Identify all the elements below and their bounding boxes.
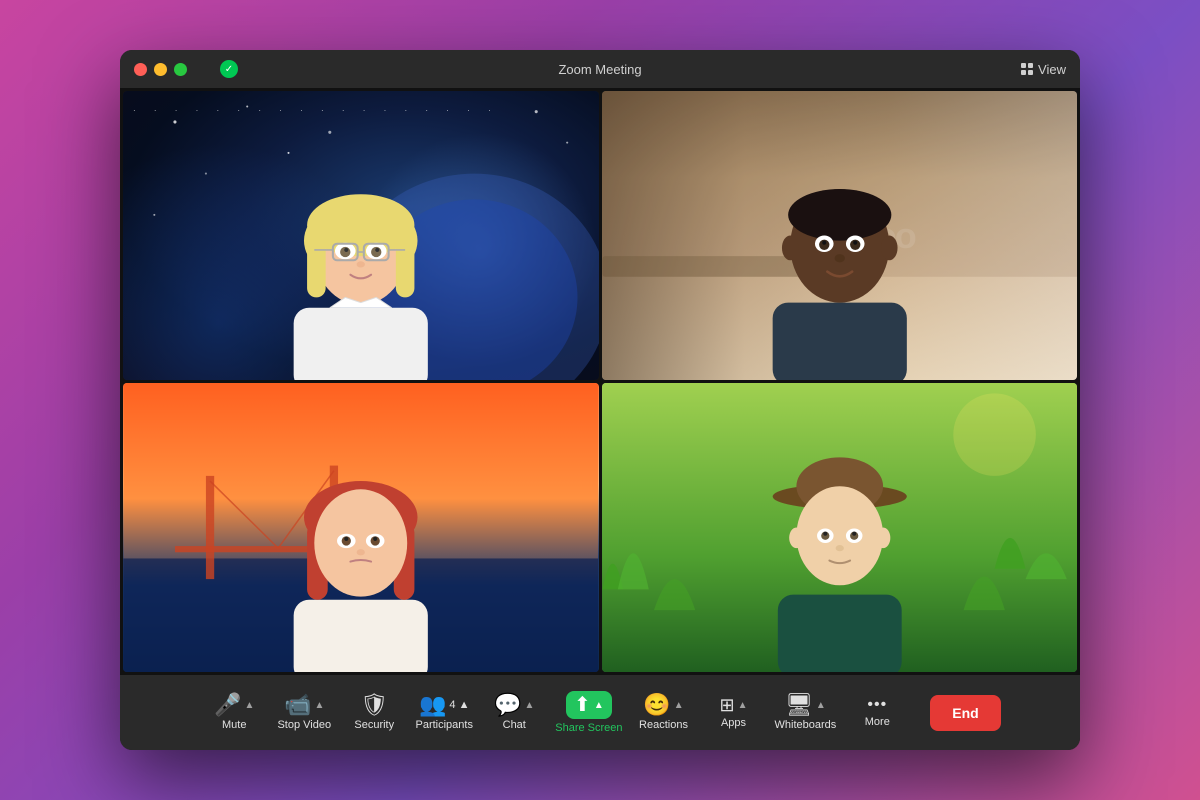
video-cell-3 (123, 383, 599, 672)
security-icon-row: 🛡 (360, 694, 388, 716)
reactions-label: Reactions (639, 719, 688, 731)
chat-label: Chat (503, 719, 526, 731)
video-icon-row: 📹 ▲ (284, 694, 324, 716)
video-cell-2: zoo (602, 91, 1078, 380)
view-label: View (1038, 62, 1066, 77)
mute-label: Mute (222, 719, 246, 731)
share-screen-icon-wrap: ⬆ ▲ (566, 691, 612, 719)
shield-icon: 🛡 (360, 694, 388, 716)
share-screen-button[interactable]: ⬆ ▲ Share Screen (549, 683, 628, 743)
close-button[interactable] (134, 63, 147, 76)
security-badge-area: ✓ (220, 60, 238, 78)
mute-button[interactable]: 🎤 ▲ Mute (199, 683, 269, 743)
traffic-lights (134, 63, 187, 76)
apps-button[interactable]: ⊞ ▲ Apps (699, 683, 769, 743)
apps-icon: ⊞ (720, 696, 735, 714)
maximize-button[interactable] (174, 63, 187, 76)
apps-chevron: ▲ (738, 700, 748, 711)
avatar-scene-3 (123, 383, 599, 672)
window-title: Zoom Meeting (558, 62, 641, 77)
minimize-button[interactable] (154, 63, 167, 76)
share-screen-icon: ⬆ (574, 695, 591, 715)
reactions-icon-row: 😊 ▲ (643, 694, 683, 716)
whiteboards-label: Whiteboards (775, 719, 837, 731)
reactions-icon: 😊 (643, 694, 670, 716)
video-cell-4 (602, 383, 1078, 672)
whiteboard-icon: 🖥 (785, 694, 813, 716)
stop-video-label: Stop Video (277, 719, 331, 731)
more-icon-row: ••• (867, 697, 887, 713)
security-label: Security (354, 719, 394, 731)
participants-button[interactable]: 👥 4 ▲ Participants (409, 683, 479, 743)
stop-video-button[interactable]: 📹 ▲ Stop Video (269, 683, 339, 743)
chat-button[interactable]: 💬 ▲ Chat (479, 683, 549, 743)
share-chevron: ▲ (594, 700, 604, 711)
zoom-window: ✓ Zoom Meeting View (120, 50, 1080, 750)
more-label: More (865, 716, 890, 728)
end-button[interactable]: End (930, 695, 1000, 731)
toolbar: 🎤 ▲ Mute 📹 ▲ Stop Video 🛡 Security 👥 4 ▲… (120, 675, 1080, 750)
chat-chevron: ▲ (525, 700, 535, 711)
participants-label: Participants (416, 719, 473, 731)
reactions-button[interactable]: 😊 ▲ Reactions (629, 683, 699, 743)
title-bar: ✓ Zoom Meeting View (120, 50, 1080, 88)
apps-icon-row: ⊞ ▲ (720, 696, 748, 714)
video-chevron: ▲ (315, 700, 325, 711)
more-button[interactable]: ••• More (842, 683, 912, 743)
grid-icon (1021, 63, 1033, 75)
view-button[interactable]: View (1021, 62, 1066, 77)
microphone-icon: 🎤 (214, 694, 241, 716)
mute-icon-row: 🎤 ▲ (214, 694, 254, 716)
avatar-scene-1 (123, 91, 599, 380)
security-button[interactable]: 🛡 Security (339, 683, 409, 743)
participants-count: 4 ▲ (449, 699, 469, 711)
whiteboards-button[interactable]: 🖥 ▲ Whiteboards (769, 683, 843, 743)
avatar-scene-4 (602, 383, 1078, 672)
video-grid: zoo (120, 88, 1080, 675)
apps-label: Apps (721, 717, 746, 729)
mute-chevron: ▲ (245, 700, 255, 711)
participants-icon: 👥 (419, 694, 446, 716)
chat-icon-row: 💬 ▲ (494, 694, 534, 716)
more-icon: ••• (867, 697, 887, 713)
video-cell-1 (123, 91, 599, 380)
security-badge: ✓ (220, 60, 238, 78)
whiteboards-icon-row: 🖥 ▲ (785, 694, 826, 716)
whiteboards-chevron: ▲ (816, 700, 826, 711)
reactions-chevron: ▲ (674, 700, 684, 711)
share-icon-row: ⬆ ▲ (566, 691, 612, 719)
avatar-scene-2 (602, 91, 1078, 380)
share-screen-label: Share Screen (555, 722, 622, 734)
participants-icon-row: 👥 4 ▲ (419, 694, 469, 716)
camera-icon: 📹 (284, 694, 311, 716)
chat-icon: 💬 (494, 694, 521, 716)
